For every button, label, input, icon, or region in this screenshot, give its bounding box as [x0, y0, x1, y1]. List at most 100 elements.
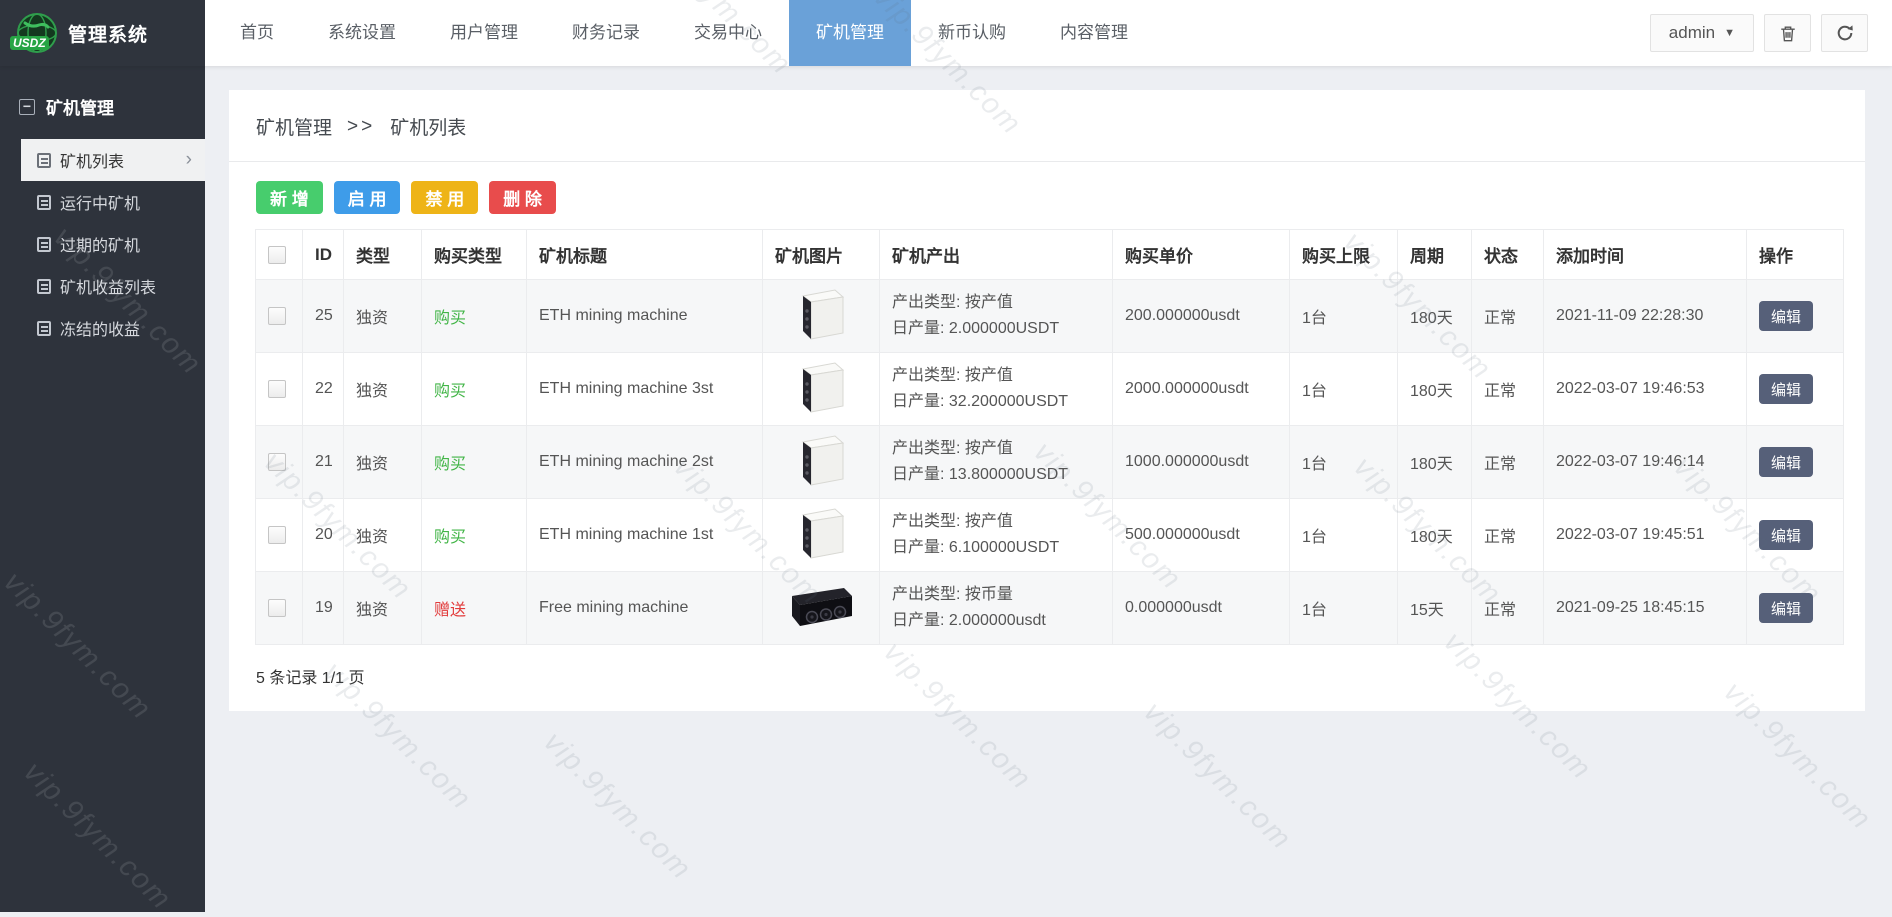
cell-price: 500.000000usdt: [1112, 498, 1290, 572]
content-panel: 矿机管理 >> 矿机列表 新 增启 用禁 用删 除 ID 类型 购买类型 矿机标题 矿机…: [229, 90, 1865, 711]
output-type-line: 产出类型: 按产值: [892, 367, 1013, 384]
delete-button[interactable]: 删 除: [489, 181, 556, 214]
row-checkbox[interactable]: [268, 526, 286, 544]
column-header-2: 购买类型: [421, 229, 527, 280]
row-checkbox[interactable]: [268, 599, 286, 617]
sidebar-item-label: 过期的矿机: [60, 238, 141, 255]
output-type-line: 产出类型: 按产值: [892, 440, 1013, 457]
cell-buy-type: 购买: [421, 425, 527, 499]
cell-image: [762, 425, 880, 499]
topbar-controls: admin ▼: [1649, 0, 1892, 66]
cell-output: 产出类型: 按币量 日产量: 2.000000usdt: [879, 571, 1113, 645]
sidebar-item-3[interactable]: 矿机收益列表: [0, 265, 205, 307]
output-daily-line: 日产量: 2.000000USDT: [892, 320, 1060, 337]
buy-type-label: 购买: [434, 383, 467, 400]
table-row: 25 独资 购买 ETH mining machine 产出类型: 按产值 日产量: 2.…: [255, 279, 1844, 353]
top-nav-item-6[interactable]: 新币认购: [911, 0, 1033, 66]
sidebar-item-2[interactable]: 过期的矿机: [0, 223, 205, 265]
cell-title: Free mining machine: [526, 571, 763, 645]
row-checkbox[interactable]: [268, 380, 286, 398]
edit-button[interactable]: 编辑: [1759, 520, 1814, 550]
checkbox-cell: [255, 571, 303, 645]
row-checkbox[interactable]: [268, 453, 286, 471]
cell-id: 20: [302, 498, 344, 572]
sidebar: − 矿机管理 矿机列表 › 运行中矿机过期的矿机矿机收益列表冻结的收益: [0, 66, 205, 912]
chevron-right-icon: ›: [185, 149, 192, 170]
edit-button[interactable]: 编辑: [1759, 447, 1814, 477]
toolbar: 新 增启 用禁 用删 除: [229, 162, 1865, 229]
logo-globe-icon: USDZ: [10, 9, 61, 57]
enable-button[interactable]: 启 用: [333, 181, 401, 214]
cell-type: 独资: [343, 425, 422, 499]
cell-output: 产出类型: 按产值 日产量: 6.100000USDT: [879, 498, 1113, 572]
cell-id: 19: [302, 571, 344, 645]
edit-button[interactable]: 编辑: [1759, 374, 1814, 404]
row-checkbox[interactable]: [268, 307, 286, 325]
column-header-6: 购买单价: [1112, 229, 1290, 280]
cell-price: 200.000000usdt: [1112, 279, 1290, 353]
breadcrumb-separator: >>: [347, 115, 376, 137]
cell-buy-type: 购买: [421, 279, 527, 353]
top-nav-item-3[interactable]: 财务记录: [545, 0, 667, 66]
sidebar-item-0[interactable]: 矿机列表 ›: [21, 139, 205, 181]
sidebar-section-header[interactable]: − 矿机管理: [0, 66, 205, 139]
edit-button[interactable]: 编辑: [1759, 301, 1814, 331]
top-nav-item-1[interactable]: 系统设置: [301, 0, 423, 66]
top-nav-item-0[interactable]: 首页: [213, 0, 301, 66]
table-row: 20 独资 购买 ETH mining machine 1st 产出类型: 按产值 日产量…: [255, 498, 1844, 572]
sidebar-item-label: 运行中矿机: [60, 196, 141, 213]
sidebar-item-4[interactable]: 冻结的收益: [0, 307, 205, 349]
select-all-checkbox[interactable]: [268, 245, 286, 264]
disable-button[interactable]: 禁 用: [411, 181, 479, 214]
top-nav-item-4[interactable]: 交易中心: [667, 0, 789, 66]
cell-period: 180天: [1397, 352, 1472, 426]
list-icon: [37, 278, 51, 294]
cell-image: [762, 352, 880, 426]
app-title: 管理系统: [68, 24, 149, 46]
sidebar-item-1[interactable]: 运行中矿机: [0, 181, 205, 223]
add-button[interactable]: 新 增: [256, 181, 323, 214]
output-type-line: 产出类型: 按产值: [892, 294, 1013, 311]
output-daily-line: 日产量: 32.200000USDT: [892, 393, 1069, 410]
column-header-1: 类型: [343, 229, 422, 280]
cell-limit: 1台: [1289, 571, 1398, 645]
column-header-8: 周期: [1397, 229, 1472, 280]
cell-actions: 编辑: [1746, 425, 1844, 499]
admin-dropdown-button[interactable]: admin ▼: [1649, 14, 1754, 52]
cell-status: 正常: [1471, 571, 1544, 645]
cell-price: 0.000000usdt: [1112, 571, 1290, 645]
sidebar-item-label: 矿机收益列表: [60, 280, 157, 297]
clear-cache-button[interactable]: [1764, 14, 1811, 52]
miner-table: ID 类型 购买类型 矿机标题 矿机图片 矿机产出 购买单价 购买上限 周期 状态 添加时间 操作 25…: [255, 229, 1844, 645]
cell-image: [762, 279, 880, 353]
edit-button[interactable]: 编辑: [1759, 593, 1814, 623]
list-icon: [37, 194, 51, 210]
top-nav-item-5[interactable]: 矿机管理: [789, 0, 911, 66]
column-header-9: 状态: [1471, 229, 1544, 280]
cell-time: 2022-03-07 19:45:51: [1543, 498, 1747, 572]
cell-period: 15天: [1397, 571, 1472, 645]
cell-type: 独资: [343, 352, 422, 426]
table-wrap: ID 类型 购买类型 矿机标题 矿机图片 矿机产出 购买单价 购买上限 周期 状态 添加时间 操作 25…: [255, 229, 1844, 645]
checkbox-cell: [255, 279, 303, 353]
miner-image-white: [801, 361, 845, 413]
top-nav-item-2[interactable]: 用户管理: [423, 0, 545, 66]
cell-image: [762, 571, 880, 645]
column-header-11: 操作: [1746, 229, 1844, 280]
cell-time: 2022-03-07 19:46:14: [1543, 425, 1747, 499]
output-daily-line: 日产量: 13.800000USDT: [892, 466, 1069, 483]
checkbox-cell: [255, 425, 303, 499]
top-header: USDZ 管理系统 首页 系统设置 用户管理 财务记录 交易中心 矿机管理 新币认购 内容管理…: [0, 0, 1892, 66]
collapse-minus-icon: −: [19, 98, 35, 115]
miner-image-white: [801, 434, 845, 486]
cell-price: 2000.000000usdt: [1112, 352, 1290, 426]
refresh-button[interactable]: [1821, 14, 1868, 52]
column-header-4: 矿机图片: [762, 229, 880, 280]
cell-status: 正常: [1471, 498, 1544, 572]
top-nav-item-7[interactable]: 内容管理: [1033, 0, 1155, 66]
output-type-line: 产出类型: 按产值: [892, 513, 1013, 530]
cell-time: 2022-03-07 19:46:53: [1543, 352, 1747, 426]
cell-actions: 编辑: [1746, 279, 1844, 353]
column-header-10: 添加时间: [1543, 229, 1747, 280]
admin-username: admin: [1668, 23, 1716, 42]
